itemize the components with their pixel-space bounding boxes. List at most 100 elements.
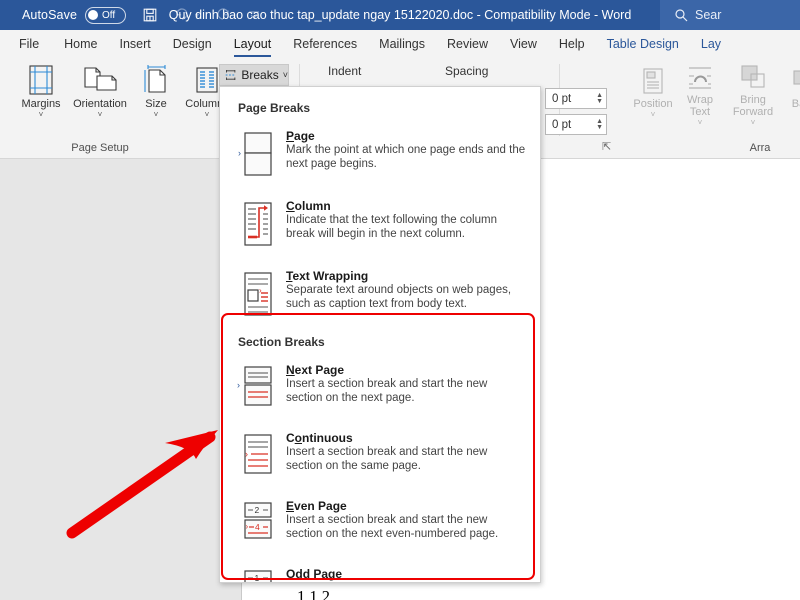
tab-view[interactable]: View xyxy=(499,30,548,58)
position-icon xyxy=(640,62,666,96)
spacing-after-stepper[interactable]: ▲ ▼ xyxy=(596,116,603,133)
orientation-label: Orientation xyxy=(73,98,127,110)
text-wrapping-break-icon: › xyxy=(228,269,286,317)
orientation-button[interactable]: Orientation ˅ xyxy=(62,62,138,124)
breaks-dropdown-menu: Page Breaks › Page Mark the point at whi… xyxy=(219,86,541,583)
tab-table-design[interactable]: Table Design xyxy=(596,30,690,58)
tab-references[interactable]: References xyxy=(282,30,368,58)
svg-text:›: › xyxy=(246,522,249,531)
menu-item-title-rest: d Page xyxy=(302,567,343,581)
menu-item-continuous-section-break[interactable]: › Continuous Insert a section break and … xyxy=(228,431,532,479)
wrap-text-button[interactable]: Wrap Text ˅ xyxy=(677,62,723,127)
bring-forward-button[interactable]: Bring Forward ˅ xyxy=(722,62,784,127)
menu-item-text: Even Page Insert a section break and sta… xyxy=(286,499,532,547)
tab-home[interactable]: Home xyxy=(53,30,108,58)
svg-text:›: › xyxy=(259,286,262,295)
autosave-label: AutoSave xyxy=(22,8,78,22)
tab-file[interactable]: File xyxy=(0,30,53,58)
menu-item-title-pre: O xyxy=(286,567,296,581)
svg-text:›: › xyxy=(245,449,248,459)
menu-item-title: Column xyxy=(286,199,526,213)
bring-forward-icon xyxy=(738,62,768,92)
autosave-toggle[interactable]: Off xyxy=(85,6,127,24)
spacing-after-input[interactable]: 0 pt ▲ ▼ xyxy=(545,114,607,135)
menu-item-text: Odd Page Insert a section break and star… xyxy=(286,567,532,582)
menu-item-title: Page xyxy=(286,129,526,143)
tab-table-layout[interactable]: Lay xyxy=(690,30,732,58)
size-caret-icon[interactable]: ˅ xyxy=(154,110,159,119)
wrap-text-caret-icon[interactable]: ˅ xyxy=(698,118,703,127)
page-break-icon: › xyxy=(228,129,286,179)
orientation-icon xyxy=(82,62,118,96)
margins-icon xyxy=(26,62,56,96)
title-bar: AutoSave Off ▾ Quy dinh bao cao thuc tap… xyxy=(0,0,800,30)
svg-text:4: 4 xyxy=(255,522,260,532)
ribbon-tab-bar: File Home Insert Design Layout Reference… xyxy=(0,30,800,58)
spacing-before-stepper[interactable]: ▲ ▼ xyxy=(596,90,603,107)
columns-caret-icon[interactable]: ˅ xyxy=(205,110,210,119)
search-icon xyxy=(675,9,688,22)
menu-item-description: Mark the point at which one page ends an… xyxy=(286,144,526,170)
breaks-icon xyxy=(225,69,236,81)
menu-item-title-rest: ext Wrapping xyxy=(292,269,369,283)
arrange-group-label: Arra xyxy=(749,142,771,154)
menu-item-description: Insert a section break and start the new… xyxy=(286,514,499,540)
tab-insert[interactable]: Insert xyxy=(109,30,162,58)
tab-layout[interactable]: Layout xyxy=(223,30,283,58)
size-label: Size xyxy=(145,98,167,110)
menu-item-accel: o xyxy=(294,431,303,445)
spacing-before-input[interactable]: 0 pt ▲ ▼ xyxy=(545,88,607,109)
bring-forward-label: Bring Forward xyxy=(732,94,774,118)
menu-item-text-wrapping-break[interactable]: › Text Wrapping Separate text around obj… xyxy=(228,269,532,317)
send-backward-label: Back xyxy=(791,98,800,110)
menu-item-title-rest: ext Page xyxy=(294,363,345,377)
menu-item-title-rest: ntinuous xyxy=(302,431,353,445)
menu-item-next-page-section-break[interactable]: › Next Page Insert a section break and s… xyxy=(228,363,532,411)
menu-item-accel: C xyxy=(286,199,295,213)
tab-help[interactable]: Help xyxy=(548,30,596,58)
size-button[interactable]: Size ˅ xyxy=(133,62,179,124)
even-page-section-break-icon: 2 4 › xyxy=(228,499,286,547)
margins-caret-icon[interactable]: ˅ xyxy=(39,110,44,119)
tab-design[interactable]: Design xyxy=(162,30,223,58)
search-box[interactable]: Sear xyxy=(660,0,800,30)
svg-text:2: 2 xyxy=(255,505,260,515)
menu-item-page-break[interactable]: › Page Mark the point at which one page … xyxy=(228,129,532,179)
save-icon[interactable] xyxy=(142,7,158,23)
menu-item-accel: d xyxy=(295,567,303,581)
menu-item-even-page-section-break[interactable]: 2 4 › Even Page Insert a section break a… xyxy=(228,499,532,547)
menu-item-text: Column Indicate that the text following … xyxy=(286,199,532,247)
spacing-before-value: 0 pt xyxy=(552,92,572,105)
menu-item-title-rest: olumn xyxy=(294,199,331,213)
svg-text:›: › xyxy=(238,148,241,158)
send-backward-icon xyxy=(791,62,800,96)
tab-review[interactable]: Review xyxy=(436,30,499,58)
svg-text:1: 1 xyxy=(255,573,260,583)
position-caret-icon[interactable]: ˅ xyxy=(651,110,656,119)
paragraph-dialog-launcher[interactable]: ⇱ xyxy=(602,140,611,153)
menu-item-text: Text Wrapping Separate text around objec… xyxy=(286,269,532,317)
word-window: AutoSave Off ▾ Quy dinh bao cao thuc tap… xyxy=(0,0,800,600)
document-title: Quy dinh bao cao thuc tap_update ngay 15… xyxy=(168,8,632,22)
menu-item-column-break[interactable]: Column Indicate that the text following … xyxy=(228,199,532,247)
position-label: Position xyxy=(633,98,673,110)
menu-item-title-rest: age xyxy=(294,129,315,143)
menu-item-title: Even Page xyxy=(286,499,526,513)
menu-item-accel: P xyxy=(286,129,295,143)
tab-mailings[interactable]: Mailings xyxy=(368,30,436,58)
menu-item-title-rest: ven Page xyxy=(294,499,347,513)
menu-item-text: Continuous Insert a section break and st… xyxy=(286,431,532,479)
spacing-label: Spacing xyxy=(445,64,489,78)
spacing-after-value: 0 pt xyxy=(552,118,572,131)
breaks-caret-icon[interactable]: ˅ xyxy=(283,70,288,80)
orientation-caret-icon[interactable]: ˅ xyxy=(98,110,103,119)
breaks-button[interactable]: Breaks ˅ xyxy=(219,64,289,86)
bring-forward-caret-icon[interactable]: ˅ xyxy=(751,118,756,127)
menu-item-description: Separate text around objects on web page… xyxy=(286,284,512,310)
position-button[interactable]: Position ˅ xyxy=(625,62,681,124)
autosave-toggle-knob xyxy=(88,10,99,20)
menu-item-odd-page-section-break[interactable]: 1 3 › Odd Page Insert a section break an… xyxy=(228,567,532,583)
send-backward-button[interactable]: Back xyxy=(783,62,800,124)
page-breaks-header: Page Breaks xyxy=(238,101,311,115)
ribbon-group-arrange: Position ˅ Wrap Text ˅ Bring Forward ˅ B… xyxy=(625,58,800,158)
